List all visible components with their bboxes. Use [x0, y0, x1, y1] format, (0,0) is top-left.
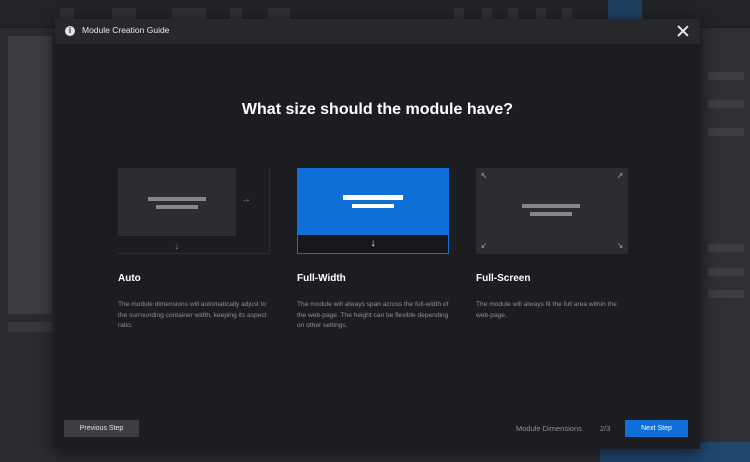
panel-row — [708, 128, 744, 136]
info-icon: i — [65, 26, 75, 36]
full-width-thumbnail: ↓ — [297, 168, 449, 254]
full-screen-thumbnail: ↖ ↗ ↙ ↘ — [476, 168, 628, 254]
arrow-down-icon: ↓ — [174, 241, 180, 251]
panel-row — [708, 268, 744, 276]
auto-module-box — [118, 168, 236, 236]
step-name: Module Dimensions — [516, 424, 582, 433]
expand-corner-icon: ↘ — [616, 241, 624, 250]
option-label: Full-Screen — [476, 273, 531, 284]
arrow-down-icon: ↓ — [370, 238, 376, 249]
panel-button — [702, 442, 750, 462]
next-step-button[interactable]: Next Step — [625, 420, 688, 437]
option-description: The module will always fit the full area… — [476, 301, 617, 319]
placeholder-bar — [352, 204, 394, 208]
modal-header: i Module Creation Guide — [55, 19, 700, 44]
full-width-module-box — [297, 168, 449, 235]
placeholder-bar — [530, 212, 572, 216]
auto-thumbnail: → ↓ — [118, 168, 270, 254]
placeholder-bar — [343, 195, 403, 200]
placeholder-bar — [156, 205, 198, 209]
page-title: What size should the module have? — [241, 101, 514, 118]
placeholder-bar — [522, 204, 580, 208]
panel-row — [708, 100, 744, 108]
placeholder-bar — [148, 197, 206, 201]
option-label: Full-Width — [297, 273, 346, 284]
canvas-preview — [8, 36, 52, 314]
option-full-width[interactable]: ↓ Full-Width The module will always span… — [297, 168, 449, 329]
expand-corner-icon: ↗ — [616, 171, 624, 180]
close-icon[interactable] — [676, 24, 690, 38]
right-panel — [702, 28, 750, 462]
full-screen-module-box: ↖ ↗ ↙ ↘ — [476, 168, 628, 254]
module-creation-modal: i Module Creation Guide What size should… — [55, 19, 700, 449]
expand-corner-icon: ↖ — [480, 171, 488, 180]
panel-row — [708, 72, 744, 80]
option-auto[interactable]: → ↓ Auto The module dimensions will auto… — [118, 168, 270, 329]
previous-step-button[interactable]: Previous Step — [64, 420, 139, 437]
expand-corner-icon: ↙ — [480, 241, 488, 250]
option-label: Auto — [118, 273, 141, 284]
modal-title: Module Creation Guide — [82, 25, 170, 35]
arrow-right-icon: → — [241, 194, 251, 205]
canvas-tools — [8, 322, 52, 332]
panel-row — [708, 244, 744, 252]
option-description: The module dimensions will automatically… — [118, 301, 267, 330]
step-counter: 2/3 — [600, 424, 611, 433]
option-full-screen[interactable]: ↖ ↗ ↙ ↘ Full-Screen The module will alwa… — [476, 168, 628, 319]
panel-row — [708, 290, 744, 298]
option-description: The module will always span across the f… — [297, 301, 449, 330]
